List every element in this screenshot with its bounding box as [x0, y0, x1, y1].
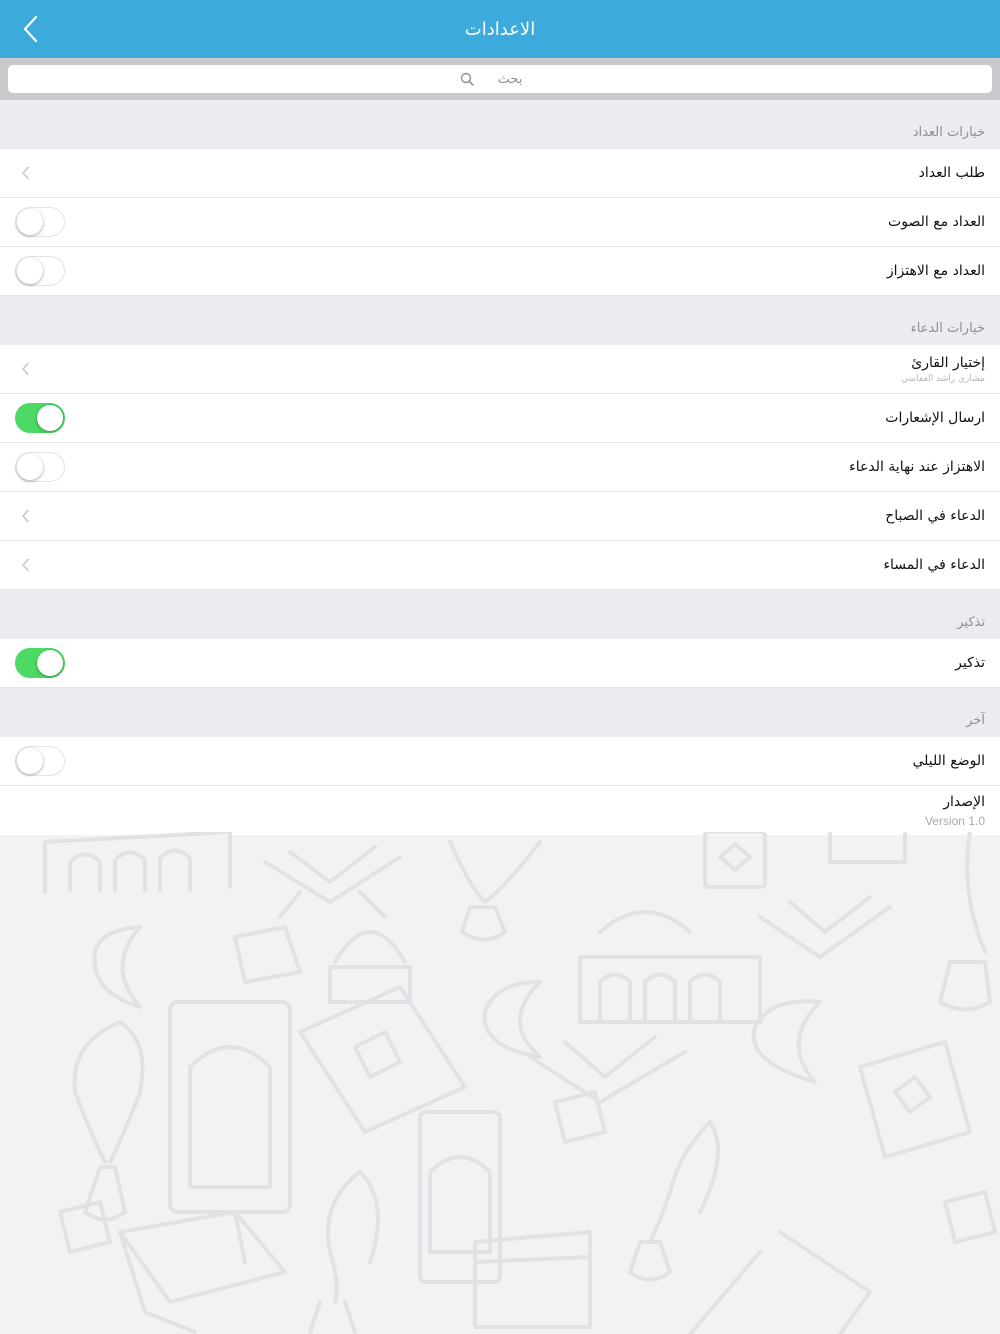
row-night-mode: الوضع الليلي — [0, 737, 1000, 786]
row-label: العداد مع الاهتزاز — [886, 263, 985, 279]
chevron-left-icon — [15, 166, 35, 180]
section-header-reminder: تذكير — [957, 615, 985, 630]
vibrate-end-toggle[interactable] — [15, 452, 65, 482]
settings-list: خيارات العداد طلب العداد العداد مع الصوت… — [0, 100, 1000, 835]
nav-bar: الاعدادات — [0, 0, 1000, 58]
search-bar — [0, 58, 1000, 100]
chevron-left-icon — [15, 509, 35, 523]
row-label: طلب العداد — [918, 165, 985, 181]
row-reminder: تذكير — [0, 639, 1000, 688]
row-send-notifications: ارسال الإشعارات — [0, 394, 1000, 443]
row-label: تذكير — [955, 655, 985, 671]
reminder-toggle[interactable] — [15, 648, 65, 678]
reciter-name: مشاري راشد العفاسي — [901, 373, 985, 384]
counter-sound-toggle[interactable] — [15, 207, 65, 237]
search-field[interactable] — [8, 65, 992, 93]
section-header-dua: خيارات الدعاء — [910, 321, 985, 336]
chevron-left-icon — [15, 362, 35, 376]
page-title: الاعدادات — [464, 18, 536, 40]
section-header-other: آخر — [966, 713, 985, 728]
row-label: الإصدار — [943, 793, 985, 810]
row-label: الاهتزاز عند نهاية الدعاء — [849, 459, 985, 475]
row-label: الوضع الليلي — [912, 753, 986, 769]
section-header-counter: خيارات العداد — [912, 125, 985, 140]
islamic-pattern-background — [43, 832, 997, 1334]
row-counter-vibration: العداد مع الاهتزاز — [0, 247, 1000, 296]
chevron-left-icon — [15, 558, 35, 572]
search-icon — [460, 72, 474, 86]
row-label: الدعاء في المساء — [883, 557, 985, 573]
row-counter-request[interactable]: طلب العداد — [0, 149, 1000, 198]
row-evening-dua[interactable]: الدعاء في المساء — [0, 541, 1000, 590]
row-label: الدعاء في الصباح — [885, 508, 985, 524]
row-label: إختيار القارئ — [911, 354, 985, 371]
night-mode-toggle[interactable] — [15, 746, 65, 776]
row-version: الإصدار Version 1.0 — [0, 786, 1000, 835]
search-input[interactable] — [480, 71, 540, 87]
row-choose-reciter[interactable]: إختيار القارئ مشاري راشد العفاسي — [0, 345, 1000, 394]
counter-vibration-toggle[interactable] — [15, 256, 65, 286]
row-vibrate-end-dua: الاهتزاز عند نهاية الدعاء — [0, 443, 1000, 492]
row-counter-sound: العداد مع الصوت — [0, 198, 1000, 247]
chevron-left-icon — [23, 15, 38, 43]
row-label: العداد مع الصوت — [888, 214, 985, 230]
version-number: Version 1.0 — [924, 813, 985, 828]
notifications-toggle[interactable] — [15, 403, 65, 433]
back-button[interactable] — [14, 12, 48, 46]
row-label: ارسال الإشعارات — [885, 410, 985, 426]
row-morning-dua[interactable]: الدعاء في الصباح — [0, 492, 1000, 541]
